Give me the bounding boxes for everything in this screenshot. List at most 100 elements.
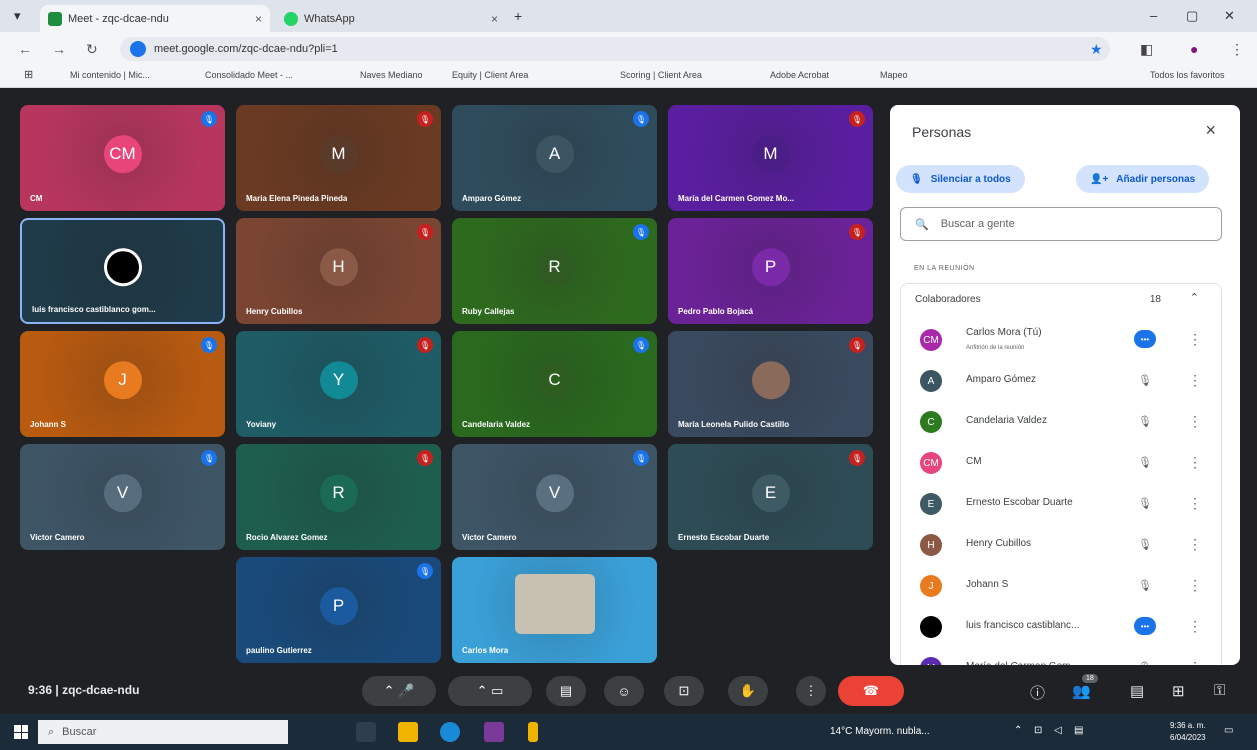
mute-all-button[interactable]: 🎙 Silenciar a todos — [896, 165, 1025, 193]
meeting-details-icon[interactable]: ⓘ — [1030, 682, 1045, 703]
taskbar-clock[interactable]: 9:36 a. m. 6/04/2023 — [1170, 720, 1206, 744]
speaking-indicator-icon[interactable]: ••• — [1134, 617, 1156, 635]
notifications-icon[interactable]: ▭ — [1224, 725, 1233, 736]
participant-tile[interactable]: J Johann S 🎙 — [20, 331, 225, 437]
reactions-button[interactable]: ☺ — [604, 676, 644, 706]
bookmark-item[interactable]: Naves Mediano — [360, 70, 423, 80]
edge-icon[interactable] — [440, 722, 460, 742]
close-tab-icon[interactable]: × — [255, 12, 262, 26]
menu-kebab-icon[interactable]: ⋮ — [1230, 41, 1244, 58]
tab-whatsapp[interactable]: WhatsApp × — [276, 5, 506, 32]
bookmark-item[interactable]: Scoring | Client Area — [620, 70, 702, 80]
people-search-input[interactable]: 🔍 Buscar a gente — [900, 207, 1222, 241]
more-vert-icon[interactable]: ⋮ — [1188, 536, 1202, 553]
close-tab-icon[interactable]: × — [491, 12, 498, 26]
chevron-up-icon[interactable]: ⌃ — [1190, 291, 1199, 304]
activities-icon[interactable]: ⊞ — [1172, 682, 1185, 700]
close-icon[interactable]: × — [1205, 120, 1216, 141]
mic-off-icon[interactable]: 🎙 — [1138, 456, 1152, 469]
tray-chevron-icon[interactable]: ⌃ — [1014, 725, 1022, 736]
list-item[interactable]: CM CM 🎙 ⋮ — [920, 444, 1220, 484]
microphone-button[interactable]: ⌃ 🎤 — [362, 676, 436, 706]
more-vert-icon[interactable]: ⋮ — [1188, 413, 1202, 430]
camera-button[interactable]: ⌃ ▭ — [448, 676, 532, 706]
captions-button[interactable]: ▤ — [546, 676, 586, 706]
bookmark-item[interactable]: Consolidado Meet - ... — [205, 70, 293, 80]
tray-network-icon[interactable]: ⊡ — [1034, 725, 1042, 736]
list-item[interactable]: CM Carlos Mora (Tú) Anfitrión de la reunió… — [920, 321, 1220, 361]
people-icon[interactable]: 👥 — [1072, 682, 1091, 700]
participant-tile[interactable]: C Candelaria Valdez 🎙 — [452, 331, 657, 437]
participant-tile[interactable]: V Victor Camero 🎙 — [452, 444, 657, 550]
participant-tile[interactable]: A Amparo Gómez 🎙 — [452, 105, 657, 211]
participant-tile[interactable]: P Pedro Pablo Bojacá 🎙 — [668, 218, 873, 324]
more-vert-icon[interactable]: ⋮ — [1188, 495, 1202, 512]
file-explorer-icon[interactable] — [398, 722, 418, 742]
reload-icon[interactable]: ↻ — [86, 41, 98, 58]
participant-tile[interactable]: CM CM 🎙 — [20, 105, 225, 211]
chrome-icon[interactable] — [484, 722, 504, 742]
forward-icon[interactable]: → — [52, 41, 66, 57]
url-omnibox[interactable]: meet.google.com/zqc-dcae-ndu?pli=1 — [120, 37, 1110, 61]
participant-tile[interactable]: E Ernesto Escobar Duarte 🎙 — [668, 444, 873, 550]
more-vert-icon[interactable]: ⋮ — [1188, 331, 1202, 348]
mic-off-icon[interactable]: 🎙 — [1138, 415, 1152, 428]
windows-start-icon[interactable] — [14, 725, 28, 739]
more-vert-icon[interactable]: ⋮ — [1188, 577, 1202, 594]
more-options-button[interactable]: ⋮ — [796, 676, 826, 706]
list-item[interactable]: M María del Carmen Gom...🎙 ⋮ — [920, 649, 1220, 665]
mic-off-icon[interactable]: 🎙 — [1138, 579, 1152, 592]
back-icon[interactable]: ← — [18, 41, 32, 57]
mic-off-icon[interactable]: 🎙 — [1138, 661, 1152, 665]
list-item[interactable]: C Candelaria Valdez 🎙 ⋮ — [920, 403, 1220, 443]
more-vert-icon[interactable]: ⋮ — [1188, 659, 1202, 665]
task-view-icon[interactable] — [356, 722, 376, 742]
bookmark-star-icon[interactable]: ★ — [1090, 41, 1103, 58]
more-vert-icon[interactable]: ⋮ — [1188, 454, 1202, 471]
bookmark-item[interactable]: Equity | Client Area — [452, 70, 528, 80]
leave-call-button[interactable]: ☎ — [838, 676, 904, 706]
weather-widget[interactable]: 14°C Mayorm. nubla... — [830, 726, 930, 737]
apps-grid-icon[interactable]: ⊞ — [24, 68, 33, 81]
list-item[interactable]: luis francisco castiblanc... ••• ⋮ — [920, 608, 1220, 648]
participant-tile[interactable]: V Victor Camero 🎙 — [20, 444, 225, 550]
list-item[interactable]: J Johann S 🎙 ⋮ — [920, 567, 1220, 607]
participant-tile[interactable]: María Leonela Pulido Castillo 🎙 — [668, 331, 873, 437]
participant-tile[interactable]: M Maria Elena Pineda Pineda 🎙 — [236, 105, 441, 211]
bookmark-item[interactable]: Mapeo — [880, 70, 908, 80]
participant-tile[interactable]: luis francisco castiblanco gom... — [20, 218, 225, 324]
speaking-indicator-icon[interactable]: ••• — [1134, 330, 1156, 348]
participant-tile[interactable]: Ppaulino Gutierrez 🎙 — [236, 557, 441, 663]
mic-off-icon[interactable]: 🎙 — [1138, 497, 1152, 510]
extensions-icon[interactable]: ◧ — [1140, 41, 1153, 58]
mic-off-icon[interactable]: 🎙 — [1138, 374, 1152, 387]
list-item[interactable]: E Ernesto Escobar Duarte 🎙 ⋮ — [920, 485, 1220, 525]
bookmark-item[interactable]: Adobe Acrobat — [770, 70, 829, 80]
chat-icon[interactable]: ▤ — [1130, 682, 1144, 700]
bookmark-item[interactable]: Todos los favoritos — [1150, 70, 1225, 80]
participant-tile[interactable]: R Rocio Alvarez Gomez 🎙 — [236, 444, 441, 550]
list-item[interactable]: A Amparo Gómez 🎙 ⋮ — [920, 362, 1220, 402]
minimize-icon[interactable]: – — [1150, 8, 1157, 23]
list-item[interactable]: H Henry Cubillos 🎙 ⋮ — [920, 526, 1220, 566]
maximize-icon[interactable]: ▢ — [1186, 8, 1198, 24]
participant-tile[interactable]: Y Yoviany 🎙 — [236, 331, 441, 437]
tab-meet[interactable]: Meet - zqc-dcae-ndu × — [40, 5, 270, 32]
mic-off-icon[interactable]: 🎙 — [1138, 538, 1152, 551]
new-tab-button[interactable]: + — [514, 8, 522, 24]
participant-tile[interactable]: H Henry Cubillos 🎙 — [236, 218, 441, 324]
tray-volume-icon[interactable]: ◁ — [1054, 725, 1062, 736]
participant-tile[interactable]: R Ruby Callejas 🎙 — [452, 218, 657, 324]
bookmark-item[interactable]: Mi contenido | Mic... — [70, 70, 150, 80]
app-icon[interactable] — [528, 722, 538, 742]
participant-tile[interactable]: Carlos Mora — [452, 557, 657, 663]
host-controls-icon[interactable]: ⚿ — [1214, 682, 1225, 699]
raise-hand-button[interactable]: ✋ — [728, 676, 768, 706]
taskbar-search[interactable]: ⌕ Buscar — [38, 720, 288, 744]
participant-tile[interactable]: M María del Carmen Gomez Mo... 🎙 — [668, 105, 873, 211]
tray-language-icon[interactable]: ▤ — [1074, 725, 1083, 736]
more-vert-icon[interactable]: ⋮ — [1188, 618, 1202, 635]
add-people-button[interactable]: 👤+ Añadir personas — [1076, 165, 1210, 193]
site-info-icon[interactable] — [130, 41, 146, 57]
profile-avatar-icon[interactable]: ● — [1190, 41, 1198, 57]
